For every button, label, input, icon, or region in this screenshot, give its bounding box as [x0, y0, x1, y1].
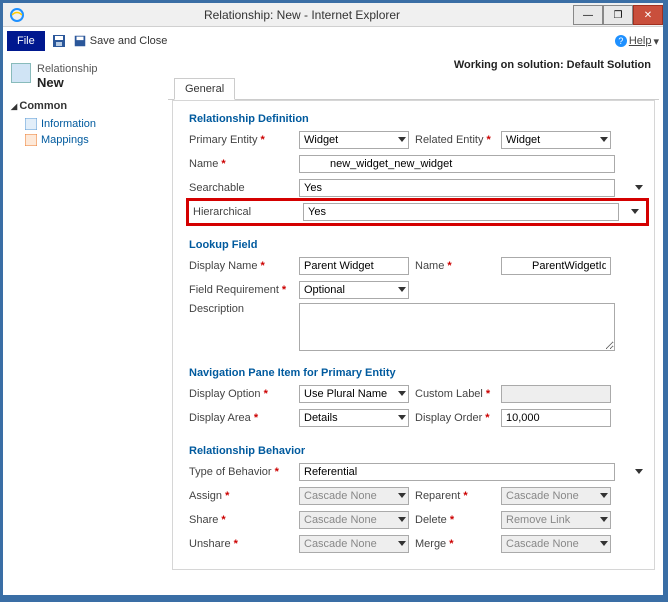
assign-label: Assign [189, 490, 293, 502]
unshare-select [299, 535, 409, 553]
searchable-select[interactable] [299, 179, 615, 197]
share-select [299, 511, 409, 529]
section-lookup-field: Lookup Field Display Name Name new_ Fiel… [173, 227, 654, 355]
section-title: Relationship Behavior [189, 445, 646, 457]
minimize-button[interactable]: — [573, 5, 603, 25]
related-entity-select[interactable] [501, 131, 611, 149]
primary-entity-label: Primary Entity [189, 134, 293, 146]
app-window: Relationship: New - Internet Explorer — … [2, 2, 664, 596]
section-title: Lookup Field [189, 239, 646, 251]
maximize-button[interactable]: ❐ [603, 5, 633, 25]
help-icon: ? [615, 35, 627, 47]
solution-context: Working on solution: Default Solution [168, 55, 659, 77]
searchable-label: Searchable [189, 182, 293, 194]
related-entity-label: Related Entity [415, 134, 495, 146]
ie-icon [9, 7, 25, 23]
display-name-label: Display Name [189, 260, 293, 272]
display-order-input[interactable] [501, 409, 611, 427]
section-title: Relationship Definition [189, 113, 646, 125]
type-behavior-label: Type of Behavior [189, 466, 293, 478]
display-name-input[interactable] [299, 257, 409, 275]
custom-label-input [501, 385, 611, 403]
section-relationship-definition: Relationship Definition Primary Entity R… [173, 101, 654, 227]
share-label: Share [189, 514, 293, 526]
field-requirement-select[interactable] [299, 281, 409, 299]
merge-select [501, 535, 611, 553]
sidebar-group-common[interactable]: Common [11, 100, 160, 112]
entity-name: New [37, 75, 141, 90]
save-icon[interactable] [51, 33, 67, 49]
delete-select [501, 511, 611, 529]
section-relationship-behavior: Relationship Behavior Type of Behavior A… [173, 433, 654, 559]
display-area-label: Display Area [189, 412, 293, 424]
section-nav-pane: Navigation Pane Item for Primary Entity … [173, 355, 654, 433]
display-area-select[interactable] [299, 409, 409, 427]
hierarchical-select[interactable] [303, 203, 619, 221]
merge-label: Merge [415, 538, 495, 550]
lookup-name-label: Name [415, 260, 495, 272]
display-option-label: Display Option [189, 388, 293, 400]
sidebar: Relationship New Common Information Mapp… [3, 55, 168, 595]
save-and-close-button[interactable]: Save and Close [73, 34, 168, 48]
name-input[interactable] [299, 155, 615, 173]
description-label: Description [189, 303, 293, 315]
delete-label: Delete [415, 514, 495, 526]
custom-label-label: Custom Label [415, 388, 495, 400]
tab-general[interactable]: General [174, 78, 235, 100]
assign-select [299, 487, 409, 505]
field-requirement-label: Field Requirement [189, 284, 293, 296]
hierarchical-row-highlight: Hierarchical [189, 201, 646, 223]
relationship-icon [11, 63, 31, 83]
unshare-label: Unshare [189, 538, 293, 550]
main-panel: Working on solution: Default Solution Ge… [168, 55, 663, 595]
titlebar: Relationship: New - Internet Explorer — … [3, 3, 663, 27]
entity-header: Relationship New [11, 63, 160, 90]
section-title: Navigation Pane Item for Primary Entity [189, 367, 646, 379]
help-menu[interactable]: ? Help ▾ [615, 35, 659, 48]
window-title: Relationship: New - Internet Explorer [31, 8, 573, 22]
window-controls: — ❐ ✕ [573, 4, 663, 25]
hierarchical-label: Hierarchical [193, 206, 297, 218]
name-label: Name [189, 158, 293, 170]
mappings-icon [25, 134, 37, 146]
sidebar-item-mappings[interactable]: Mappings [11, 132, 160, 148]
save-close-label: Save and Close [90, 35, 168, 47]
chevron-down-icon: ▾ [653, 35, 659, 48]
file-menu[interactable]: File [7, 31, 45, 51]
display-option-select[interactable] [299, 385, 409, 403]
reparent-label: Reparent [415, 490, 495, 502]
display-order-label: Display Order [415, 412, 495, 424]
lookup-name-input[interactable] [501, 257, 611, 275]
close-button[interactable]: ✕ [633, 5, 663, 25]
info-icon [25, 118, 37, 130]
reparent-select [501, 487, 611, 505]
toolbar: File Save and Close ? Help ▾ [3, 27, 663, 55]
type-behavior-select[interactable] [299, 463, 615, 481]
description-textarea[interactable] [299, 303, 615, 351]
entity-type-label: Relationship [37, 63, 141, 75]
content: Relationship New Common Information Mapp… [3, 55, 663, 595]
primary-entity-select[interactable] [299, 131, 409, 149]
tabs: General [168, 77, 659, 100]
sidebar-item-information[interactable]: Information [11, 116, 160, 132]
